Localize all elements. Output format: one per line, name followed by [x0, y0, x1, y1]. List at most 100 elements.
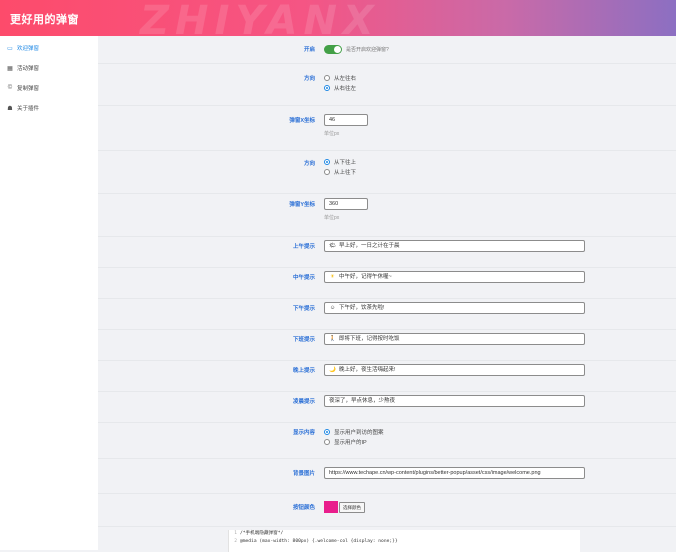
afternoon-label: 下午提示 — [292, 306, 315, 312]
enable-hint: 是否开启欢迎弹窗? — [346, 47, 389, 53]
row-display-content: 显示内容 显示用户到访的图案 显示用户的IP — [98, 423, 676, 459]
background-image-control: https://www.techape.cn/wp-content/plugin… — [324, 467, 585, 479]
row-popup-x: 弹窗X坐标 46 单位px — [98, 106, 676, 151]
row-evening: 晚上提示 🌙 晚上好，夜生活嗨起来! — [98, 361, 676, 392]
sidebar-item-welcome-popup[interactable]: ▭ 欢迎弹窗 — [0, 38, 98, 58]
noon-value: 中午好，记得午休喔~ — [339, 274, 392, 280]
moon-icon: 🌙 — [329, 367, 336, 373]
line-number: 2 — [234, 539, 237, 544]
popup-y-input[interactable]: 360 — [324, 198, 368, 210]
users-icon: ☗ — [7, 105, 13, 112]
popup-y-label: 弹窗Y坐标 — [289, 202, 315, 208]
direction-x-radio-group: 从左往右 从右往左 — [324, 73, 356, 93]
radio-button-selected[interactable] — [324, 159, 330, 165]
direction-x-option-left-to-right[interactable]: 从左往右 — [324, 73, 356, 83]
row-popup-y: 弹窗Y坐标 360 单位px — [98, 194, 676, 237]
noon-input[interactable]: ☀ 中午好，记得午休喔~ — [324, 271, 585, 283]
sidebar-item-about[interactable]: ☗ 关于插件 — [0, 98, 98, 118]
color-swatch[interactable] — [324, 501, 338, 513]
row-noon: 中午提示 ☀ 中午好，记得午休喔~ — [98, 268, 676, 299]
radio-button[interactable] — [324, 169, 330, 175]
noon-control: ☀ 中午好，记得午休喔~ — [324, 271, 585, 283]
monitor-icon: ▭ — [7, 45, 13, 52]
enable-control: 是否开启欢迎弹窗? — [324, 45, 389, 54]
popup-x-unit: 单位px — [324, 131, 340, 137]
display-content-radio-group: 显示用户到访的图案 显示用户的IP — [324, 427, 384, 447]
header-watermark: ZHIYANX — [140, 0, 380, 36]
evening-label: 晚上提示 — [292, 368, 315, 374]
button-color-control: 选择颜色 — [324, 501, 365, 513]
choose-color-button[interactable]: 选择颜色 — [339, 501, 365, 513]
late-night-value: 夜深了，早点休息，少熬夜 — [329, 398, 396, 404]
sidebar-item-label: 关于插件 — [17, 106, 40, 112]
popup-x-label: 弹窗X坐标 — [289, 118, 315, 124]
sidebar-item-label: 活动弹窗 — [17, 66, 40, 72]
enable-label: 开启 — [303, 47, 315, 53]
row-afternoon: 下午提示 ☺ 下午好，饮茶先啦! — [98, 299, 676, 330]
app-header: ZHIYANX 更好用的弹窗 — [0, 0, 676, 36]
extra-css-editor[interactable]: 1/*手机端隐藏弹窗*/ 2 @media (max-width: 800px) … — [228, 530, 580, 552]
row-button-color: 按钮颜色 选择颜色 — [98, 494, 676, 527]
button-color-label: 按钮颜色 — [292, 505, 315, 511]
calendar-icon: ▦ — [7, 65, 13, 72]
row-offwork: 下班提示 🚶 即将下班，记得按时吃饭 — [98, 330, 676, 361]
direction-y-option-bottom-to-top[interactable]: 从下往上 — [324, 157, 356, 167]
row-direction-x: 方向 从左往右 从右往左 — [98, 64, 676, 106]
sidebar-item-label: 复制弹窗 — [17, 86, 40, 92]
sidebar-item-event-popup[interactable]: ▦ 活动弹窗 — [0, 58, 98, 78]
direction-y-label: 方向 — [303, 161, 315, 167]
row-direction-y: 方向 从下往上 从上往下 — [98, 151, 676, 194]
direction-y-option-top-to-bottom[interactable]: 从上往下 — [324, 167, 356, 177]
direction-x-label: 方向 — [303, 76, 315, 82]
background-image-input[interactable]: https://www.techape.cn/wp-content/plugin… — [324, 467, 585, 479]
morning-label: 上午提示 — [292, 244, 315, 250]
display-content-label: 显示内容 — [292, 430, 315, 436]
code-line: 1/*手机端隐藏弹窗*/ — [229, 530, 580, 538]
afternoon-input[interactable]: ☺ 下午好，饮茶先啦! — [324, 302, 585, 314]
evening-input[interactable]: 🌙 晚上好，夜生活嗨起来! — [324, 364, 585, 376]
settings-form: 开启 是否开启欢迎弹窗? 方向 从左往右 从右往左 弹窗X坐标 46 单位px … — [98, 36, 676, 550]
row-enable: 开启 是否开启欢迎弹窗? — [98, 36, 676, 64]
late-night-input[interactable]: 夜深了，早点休息，少熬夜 — [324, 395, 585, 407]
direction-x-option-right-to-left[interactable]: 从右往左 — [324, 83, 356, 93]
morning-control: 🌤 早上好，一日之计在于晨 — [324, 240, 585, 252]
line-number: 1 — [234, 531, 237, 536]
display-option-visit-pattern[interactable]: 显示用户到访的图案 — [324, 427, 384, 437]
row-background-image: 背景图片 https://www.techape.cn/wp-content/p… — [98, 459, 676, 494]
code-text: /*手机端隐藏弹窗*/ — [240, 531, 284, 536]
enable-switch[interactable] — [324, 45, 342, 54]
afternoon-control: ☺ 下午好，饮茶先啦! — [324, 302, 585, 314]
radio-button-selected[interactable] — [324, 85, 330, 91]
radio-button-selected[interactable] — [324, 429, 330, 435]
offwork-input[interactable]: 🚶 即将下班，记得按时吃饭 — [324, 333, 585, 345]
radio-button[interactable] — [324, 75, 330, 81]
option-label: 从上往下 — [334, 170, 357, 176]
background-image-label: 背景图片 — [292, 471, 315, 477]
popup-x-input[interactable]: 46 — [324, 114, 368, 126]
evening-value: 晚上好，夜生活嗨起来! — [339, 367, 396, 373]
popup-x-control: 46 单位px — [324, 114, 368, 137]
row-late-night: 凌晨提示 夜深了，早点休息，少熬夜 — [98, 392, 676, 423]
option-label: 显示用户到访的图案 — [334, 430, 384, 436]
radio-button[interactable] — [324, 439, 330, 445]
sun-icon: ☀ — [330, 274, 335, 280]
sidebar-item-copy-popup[interactable]: © 复制弹窗 — [0, 78, 98, 98]
smiley-icon: ☺ — [329, 305, 336, 311]
late-night-control: 夜深了，早点休息，少熬夜 — [324, 395, 585, 407]
copyright-icon: © — [7, 85, 13, 91]
noon-label: 中午提示 — [292, 275, 315, 281]
morning-input[interactable]: 🌤 早上好，一日之计在于晨 — [324, 240, 585, 252]
sun-cloud-icon: 🌤 — [329, 243, 336, 249]
afternoon-value: 下午好，饮茶先啦! — [339, 305, 385, 311]
sidebar-item-label: 欢迎弹窗 — [17, 46, 40, 52]
walking-person-icon: 🚶 — [329, 336, 336, 342]
offwork-label: 下班提示 — [292, 337, 315, 343]
popup-y-control: 360 单位px — [324, 198, 368, 221]
code-text: @media (max-width: 800px) {.welcome-col … — [240, 539, 398, 544]
option-label: 从下往上 — [334, 160, 357, 166]
code-line: 2 @media (max-width: 800px) {.welcome-col… — [229, 538, 580, 546]
display-option-user-ip[interactable]: 显示用户的IP — [324, 437, 384, 447]
app-title: 更好用的弹窗 — [10, 14, 79, 26]
option-label: 从右往左 — [334, 86, 357, 92]
option-label: 显示用户的IP — [334, 440, 367, 446]
